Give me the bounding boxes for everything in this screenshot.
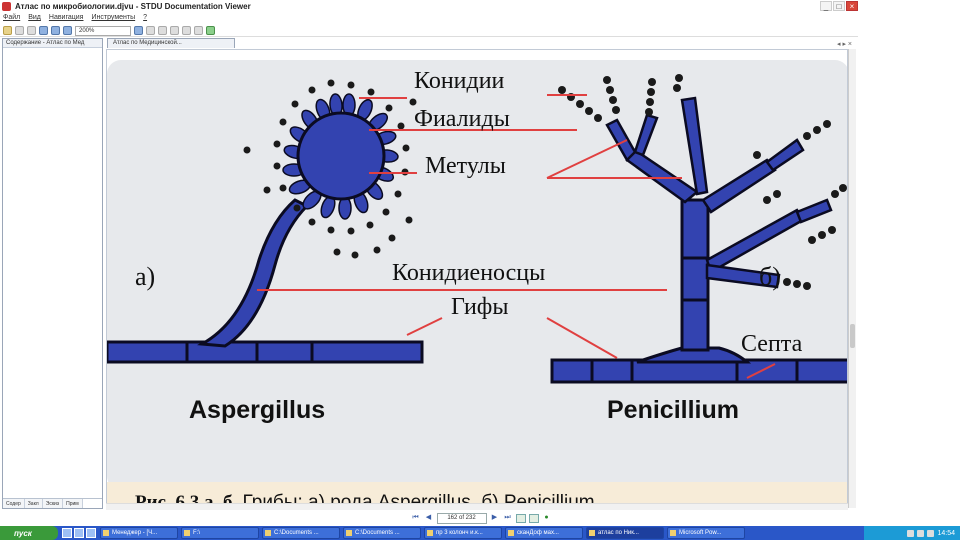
tab-contents[interactable]: Содер (3, 499, 25, 508)
single-page-icon[interactable] (515, 513, 526, 523)
label-part-b: б) (759, 262, 781, 291)
search-icon[interactable] (170, 26, 179, 35)
taskbar-item-active[interactable]: атлас по Ник... (586, 527, 664, 539)
clock[interactable]: 14:54 (937, 530, 955, 537)
taskbar-item[interactable]: Менеджер - [Ч... (100, 527, 178, 539)
taskbar-item[interactable]: пр 3 колонч и.к... (424, 527, 502, 539)
page-navigation-bar: ⏮ ◀ 162 of 232 ▶ ⏭ ● (106, 511, 856, 525)
contents-panel-tabs: Содер Закл Эскиз Прим (3, 498, 102, 508)
menu-file[interactable]: Файл (3, 14, 20, 24)
close-button[interactable]: × (846, 1, 858, 11)
quick-launch-icon-1[interactable] (62, 528, 72, 538)
tray-icon[interactable] (927, 529, 935, 537)
taskbar-item[interactable]: F:\ (181, 527, 259, 539)
last-page-icon[interactable]: ⏭ (503, 513, 513, 523)
print-icon[interactable] (15, 26, 24, 35)
copy-icon[interactable] (27, 26, 36, 35)
window-title: Атлас по микробиологии.djvu - STDU Docum… (15, 2, 251, 11)
status-green-icon: ● (544, 514, 549, 521)
menu-view[interactable]: Вид (28, 14, 41, 24)
label-penicillium: Penicillium (607, 396, 739, 424)
zoom-out-icon[interactable] (63, 26, 72, 35)
next-page-icon[interactable]: ▶ (490, 513, 500, 523)
taskbar: пуск Менеджер - [Ч... F:\ C:\Documents .… (0, 526, 960, 540)
two-page-icon[interactable] (194, 26, 203, 35)
tab-bookmarks[interactable]: Закл (24, 499, 43, 508)
menu-navigation[interactable]: Навигация (49, 14, 84, 24)
refresh-icon[interactable] (206, 26, 215, 35)
vertical-scrollbar-thumb[interactable] (850, 324, 855, 348)
label-septa: Септа (741, 331, 803, 357)
first-page-icon[interactable]: ⏮ (411, 513, 421, 523)
hand-tool-icon[interactable] (39, 26, 48, 35)
page-number-field[interactable]: 162 of 232 (436, 512, 487, 524)
menu-help[interactable]: ? (143, 14, 147, 24)
tab-thumbnails[interactable]: Эскиз (42, 499, 64, 508)
app-icon (2, 2, 11, 11)
document-tab[interactable]: Атлас по Медицинской... (107, 38, 235, 48)
continuous-page-icon[interactable] (528, 513, 539, 523)
toolbar: 200% (0, 25, 858, 37)
prev-page-icon[interactable]: ◀ (424, 513, 434, 523)
screen: Атлас по микробиологии.djvu - STDU Docum… (0, 0, 960, 540)
taskbar-item[interactable]: Microsoft Pow... (667, 527, 745, 539)
rotate-icon[interactable] (158, 26, 167, 35)
open-folder-icon[interactable] (3, 26, 12, 35)
maximize-button[interactable]: □ (833, 1, 845, 11)
taskbar-item[interactable]: C:\Documents ... (343, 527, 421, 539)
zoom-select[interactable]: 200% (75, 25, 131, 36)
title-bar: Атлас по микробиологии.djvu - STDU Docum… (0, 0, 858, 13)
tray-icon[interactable] (917, 529, 925, 537)
window-controls: _ □ × (820, 1, 858, 11)
menu-tools[interactable]: Инструменты (91, 14, 135, 24)
start-button[interactable]: пуск (0, 526, 58, 540)
menu-bar: Файл Вид Навигация Инструменты ? (0, 14, 858, 24)
quick-launch-icon-2[interactable] (74, 528, 84, 538)
minimize-button[interactable]: _ (820, 1, 832, 11)
document-tab-controls[interactable]: ◂ ▸ × (837, 40, 852, 48)
label-metulae: Метулы (425, 153, 506, 179)
document-view[interactable]: Конидии Фиалиды Метулы Конидиеносцы Гифы… (106, 49, 848, 508)
quick-launch (62, 528, 96, 538)
vertical-scrollbar[interactable] (848, 49, 856, 508)
quick-launch-icon-3[interactable] (86, 528, 96, 538)
label-aspergillus: Aspergillus (189, 396, 326, 424)
contents-panel: Содержание - Атлас по Мед Содер Закл Эск… (2, 38, 103, 509)
taskbar-item[interactable]: сканДоф мах... (505, 527, 583, 539)
label-phialides: Фиалиды (414, 106, 510, 132)
label-part-a: а) (135, 262, 156, 291)
horizontal-scrollbar[interactable] (106, 503, 848, 510)
system-tray: 14:54 (864, 526, 960, 540)
label-conidia: Конидии (414, 68, 505, 94)
fit-width-icon[interactable] (134, 26, 143, 35)
fit-page-icon[interactable] (146, 26, 155, 35)
taskbar-item[interactable]: C:\Documents ... (262, 527, 340, 539)
tab-notes[interactable]: Прим (63, 499, 83, 508)
label-hyphae: Гифы (451, 294, 509, 320)
tray-icon[interactable] (907, 529, 915, 537)
zoom-in-icon[interactable] (51, 26, 60, 35)
contents-panel-header: Содержание - Атлас по Мед (3, 39, 102, 48)
label-conidiophores: Конидиеносцы (392, 260, 546, 286)
page-view-icon[interactable] (182, 26, 191, 35)
